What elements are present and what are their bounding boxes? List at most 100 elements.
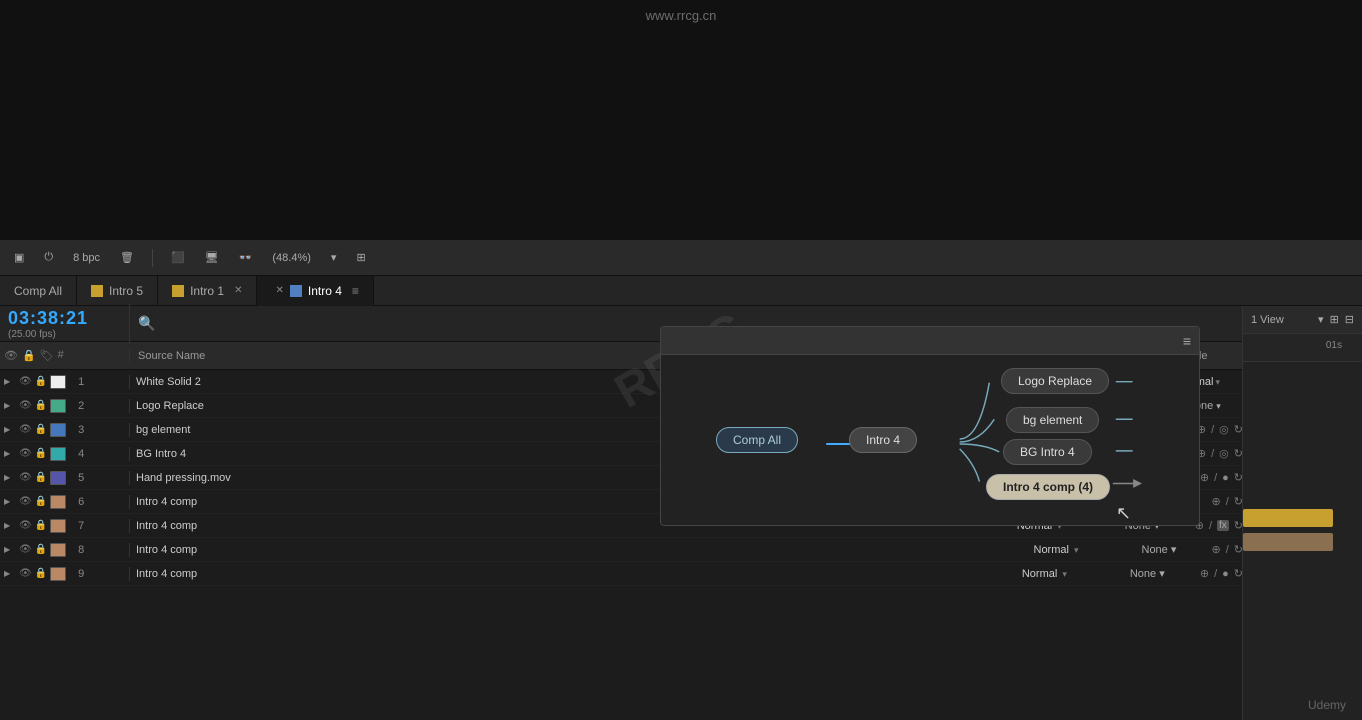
layer-5-expand[interactable]: ▶ (4, 473, 16, 482)
right-panel-icon1[interactable]: ⊞ (1330, 313, 1339, 326)
toolbar-comp-icon: ▣ (8, 249, 30, 266)
node-graph-menu-icon[interactable]: ≡ (1183, 333, 1191, 349)
tab-intro1-close[interactable]: ✕ (234, 285, 242, 296)
preview-area (0, 0, 1362, 240)
cursor-indicator: ↖ (1116, 503, 1131, 524)
track-row-9 (1243, 554, 1362, 578)
node-graph-body: Comp All Intro 4 Logo Replace bg element… (661, 355, 1199, 525)
toolbar-power-icon[interactable]: ⏻ (38, 249, 59, 266)
toolbar-screen-icon[interactable]: ⬛ (165, 249, 191, 266)
layer-8-name: Intro 4 comp (130, 544, 1028, 556)
layer-2-vis[interactable]: 👁 (19, 400, 32, 411)
layer-6-lock[interactable]: 🔒 (35, 496, 47, 507)
layer-3-expand[interactable]: ▶ (4, 425, 16, 434)
right-panel-dropdown-icon[interactable]: ▾ (1318, 313, 1324, 326)
toolbar-trash-icon[interactable]: 🗑 (114, 249, 140, 266)
layer-9-name: Intro 4 comp (130, 568, 1016, 580)
layer-9-num: 9 (69, 568, 93, 580)
toolbar-monitor-icon[interactable]: 🖥 (199, 249, 225, 266)
node-graph-header: ≡ (661, 327, 1199, 355)
tab-intro4[interactable]: ✕ Intro 4 ≡ (257, 276, 373, 306)
layer-9-trkmat[interactable]: None ▾ (1126, 567, 1196, 580)
layer-5-pen-icon: / (1214, 472, 1217, 484)
layer-5-vis[interactable]: 👁 (19, 472, 32, 483)
track-row-2 (1243, 386, 1362, 410)
node-logo-replace[interactable]: Logo Replace (1001, 368, 1109, 394)
layer-4-expand[interactable]: ▶ (4, 449, 16, 458)
layer-7-expand[interactable]: ▶ (4, 521, 16, 530)
layer-1-expand[interactable]: ▶ (4, 377, 16, 386)
layer-8-trkmat[interactable]: None ▾ (1138, 543, 1208, 556)
track-row-3 (1243, 410, 1362, 434)
layer-4-thumb (50, 447, 66, 461)
tab-bar: Comp All Intro 5 Intro 1 ✕ ✕ Intro 4 ≡ (0, 276, 1362, 306)
node-intro4[interactable]: Intro 4 (849, 427, 917, 453)
layer-1-num: 1 (69, 376, 93, 388)
tab-comp-all[interactable]: Comp All (0, 276, 77, 306)
layer-8-mode[interactable]: Normal ▾ (1028, 544, 1118, 556)
layer-7-pen-icon: / (1209, 520, 1212, 532)
layer-5-lock[interactable]: 🔒 (35, 472, 47, 483)
node-comp-all[interactable]: Comp All (716, 427, 798, 453)
layer-2-lock[interactable]: 🔒 (35, 400, 47, 411)
layer-3-vis[interactable]: 👁 (19, 424, 32, 435)
layer-8-controls: ▶ 👁 🔒 8 (0, 543, 130, 557)
tab-intro1[interactable]: Intro 1 ✕ (158, 276, 257, 306)
tab-comp-all-label: Comp All (14, 284, 62, 298)
layer-4-vis[interactable]: 👁 (19, 448, 32, 459)
layer-6-vis[interactable]: 👁 (19, 496, 32, 507)
layer-2-expand[interactable]: ▶ (4, 401, 16, 410)
track-bars-container (1243, 362, 1362, 578)
tab-intro4-close-left[interactable]: ✕ (275, 285, 283, 296)
layer-5-paint-icon: ● (1222, 472, 1229, 484)
toolbar-grid-icon[interactable]: ⊞ (350, 249, 371, 266)
node-intro4-comp4[interactable]: Intro 4 comp (4) (986, 474, 1110, 500)
toolbar-glasses-icon[interactable]: 👓 (233, 249, 259, 266)
layer-6-link-icon: ⊕ (1212, 495, 1221, 508)
layer-8-num: 8 (69, 544, 93, 556)
layer-8-expand[interactable]: ▶ (4, 545, 16, 554)
layer-3-lock[interactable]: 🔒 (35, 424, 47, 435)
node-bg-intro4[interactable]: BG Intro 4 (1003, 439, 1092, 465)
layer-row-8[interactable]: ▶ 👁 🔒 8 Intro 4 comp Normal ▾ None ▾ ⊕ /… (0, 538, 1362, 562)
tab-intro4-label: Intro 4 (308, 284, 342, 298)
layer-6-thumb (50, 495, 66, 509)
search-area[interactable]: 🔍 (130, 315, 163, 332)
track-row-4 (1243, 434, 1362, 458)
toolbar-bpc[interactable]: 8 bpc (67, 250, 106, 266)
layer-8-lock[interactable]: 🔒 (35, 544, 47, 555)
tab-intro4-menu[interactable]: ≡ (352, 284, 359, 298)
layer-4-lock[interactable]: 🔒 (35, 448, 47, 459)
toolbar-zoom-dropdown[interactable]: ▾ (325, 249, 343, 266)
layer-7-vis[interactable]: 👁 (19, 520, 32, 531)
layer-9-link-icon: ⊕ (1200, 567, 1209, 580)
layer-8-vis[interactable]: 👁 (19, 544, 32, 555)
toolbar-zoom[interactable]: (48.4%) (266, 250, 317, 266)
layer-8-thumb (50, 543, 66, 557)
layer-9-vis[interactable]: 👁 (19, 568, 32, 579)
layer-1-thumb (50, 375, 66, 389)
layer-1-lock[interactable]: 🔒 (35, 376, 47, 387)
tab-intro5[interactable]: Intro 5 (77, 276, 158, 306)
layer-9-lock[interactable]: 🔒 (35, 568, 47, 579)
layer-7-fx-icon: fx (1217, 520, 1229, 531)
layer-9-expand[interactable]: ▶ (4, 569, 16, 578)
layer-9-controls: ▶ 👁 🔒 9 (0, 567, 130, 581)
right-panel-header: 1 View ▾ ⊞ ⊟ (1243, 306, 1362, 334)
layer-3-num: 3 (69, 424, 93, 436)
layer-1-vis[interactable]: 👁 (19, 376, 32, 387)
layer-6-expand[interactable]: ▶ (4, 497, 16, 506)
layer-row-9[interactable]: ▶ 👁 🔒 9 Intro 4 comp Normal ▾ None ▾ ⊕ /… (0, 562, 1362, 586)
layer-8-link-icon: ⊕ (1212, 543, 1221, 556)
col-icon-controls: 👁 🔒 🏷 # (0, 349, 130, 362)
layer-9-mode[interactable]: Normal ▾ (1016, 568, 1106, 580)
node-graph-panel[interactable]: ≡ (660, 326, 1200, 526)
node-bg-element[interactable]: bg element (1006, 407, 1099, 433)
layer-7-lock[interactable]: 🔒 (35, 520, 47, 531)
right-panel-icon2[interactable]: ⊟ (1345, 313, 1354, 326)
main-area: 03:38:21 (25.00 fps) 🔍 👁 🔒 🏷 # Source Na… (0, 306, 1362, 720)
track-row-6 (1243, 482, 1362, 506)
layer-6-controls: ▶ 👁 🔒 6 (0, 495, 130, 509)
layer-4-pen-icon: / (1211, 448, 1214, 460)
search-icon[interactable]: 🔍 (138, 315, 155, 332)
